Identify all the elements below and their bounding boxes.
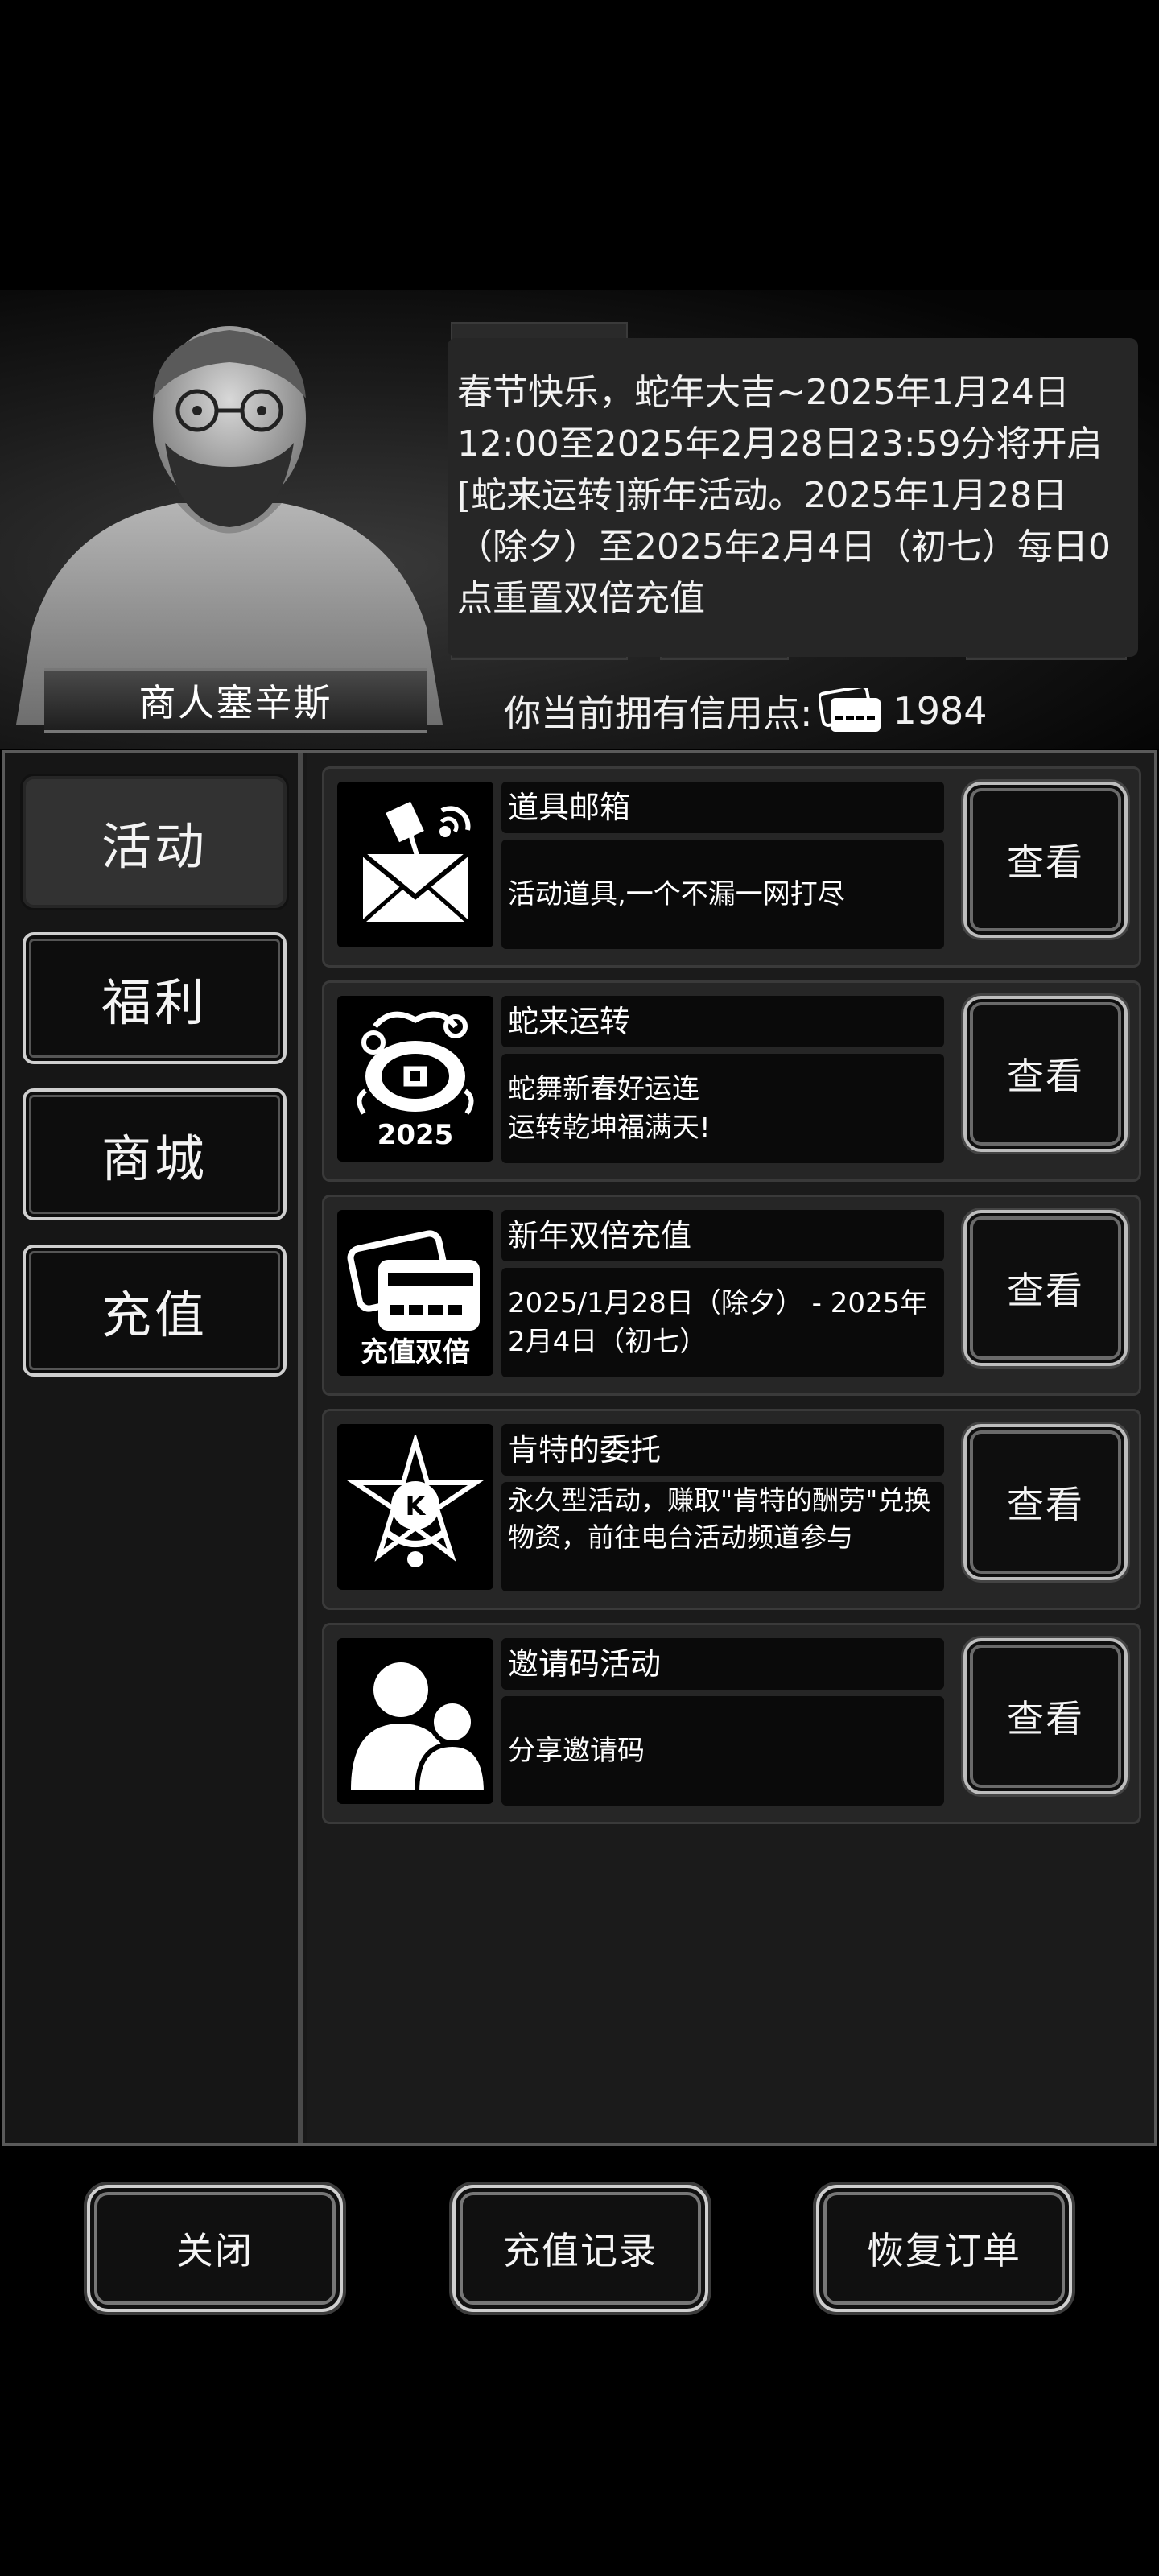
- activity-card-snake-fortune: 2025 蛇来运转 蛇舞新春好运连 运转乾坤福满天! 查看: [322, 980, 1141, 1182]
- view-button[interactable]: 查看: [963, 996, 1128, 1152]
- activity-title: 新年双倍充值: [501, 1210, 944, 1261]
- kent-emblem-icon: K: [347, 1435, 484, 1567]
- tab-store[interactable]: 商城: [23, 1088, 287, 1220]
- activity-description: 2025/1月28日（除夕） - 2025年2月4日（初七）: [501, 1268, 944, 1377]
- activity-title: 道具邮箱: [501, 782, 944, 833]
- category-sidebar: 活动 福利 商城 充值: [5, 753, 303, 2143]
- double-recharge-icon: 充值双倍: [347, 1230, 480, 1368]
- restore-order-button[interactable]: 恢复订单: [816, 2185, 1072, 2312]
- svg-text:2025: 2025: [377, 1119, 454, 1151]
- activity-list: 道具邮箱 活动道具,一个不漏一网打尽 查看 2025 蛇来运转 蛇舞新春好运连 …: [307, 753, 1154, 2143]
- credit-card-icon: [819, 688, 881, 732]
- tab-recharge[interactable]: 充值: [23, 1245, 287, 1377]
- activity-card-kent-commission: K 肯特的委托 永久型活动，赚取"肯特的酬劳"兑换物资，前往电台活动频道参与 查…: [322, 1409, 1141, 1610]
- credit-display: 你当前拥有信用点: 1984: [504, 683, 988, 739]
- activity-description: 蛇舞新春好运连 运转乾坤福满天!: [501, 1054, 944, 1163]
- credit-value: 1984: [893, 689, 988, 733]
- view-button[interactable]: 查看: [963, 1210, 1128, 1366]
- recharge-history-button[interactable]: 充值记录: [452, 2185, 708, 2312]
- activity-card-item-mailbox: 道具邮箱 活动道具,一个不漏一网打尽 查看: [322, 766, 1141, 968]
- activity-title: 肯特的委托: [501, 1424, 944, 1476]
- credit-label: 你当前拥有信用点:: [504, 691, 813, 735]
- users-icon: [351, 1662, 488, 1795]
- view-button[interactable]: 查看: [963, 782, 1128, 938]
- activity-card-double-recharge: 充值双倍 新年双倍充值 2025/1月28日（除夕） - 2025年2月4日（初…: [322, 1195, 1141, 1396]
- tab-welfare[interactable]: 福利: [23, 932, 287, 1064]
- view-button[interactable]: 查看: [963, 1638, 1128, 1794]
- activity-description: 永久型活动，赚取"肯特的酬劳"兑换物资，前往电台活动频道参与: [501, 1482, 944, 1591]
- activity-card-invite-code: 邀请码活动 分享邀请码 查看: [322, 1623, 1141, 1824]
- activity-title: 邀请码活动: [501, 1638, 944, 1690]
- merchant-portrait: [16, 326, 443, 724]
- shop-panel: 活动 福利 商城 充值 道具邮箱 活动道具,一个不漏一网打尽 查看 2025 蛇…: [2, 750, 1157, 2146]
- svg-text:K: K: [406, 1491, 427, 1521]
- activity-title: 蛇来运转: [501, 996, 944, 1047]
- close-button[interactable]: 关闭: [87, 2185, 343, 2312]
- tab-activities[interactable]: 活动: [23, 776, 287, 908]
- merchant-name: 商人塞辛斯: [44, 668, 427, 733]
- svg-text:充值双倍: 充值双倍: [361, 1336, 470, 1368]
- snake-year-2025-icon: 2025: [357, 1011, 474, 1151]
- activity-description: 活动道具,一个不漏一网打尽: [501, 840, 944, 949]
- view-button[interactable]: 查看: [963, 1424, 1128, 1580]
- mail-satellite-icon: [360, 801, 471, 925]
- activity-description: 分享邀请码: [501, 1696, 944, 1806]
- merchant-dialog: 春节快乐，蛇年大吉~2025年1月24日12:00至2025年2月28日23:5…: [448, 338, 1138, 657]
